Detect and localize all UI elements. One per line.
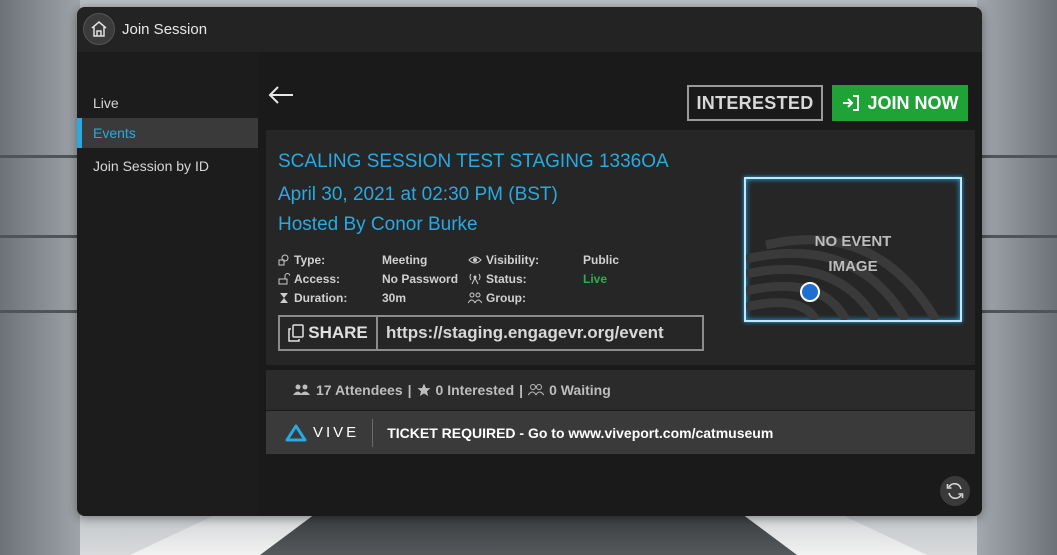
attendance-stats: 17 Attendees | 0 Interested | 0 Waiting (266, 370, 975, 410)
access-label-group: Access: (278, 272, 340, 286)
stats-separator: | (407, 382, 412, 398)
location-dot-icon (800, 282, 820, 302)
main-content: INTERESTED JOIN NOW SCALING SESSION TEST… (258, 52, 982, 516)
type-label-group: Type: (278, 253, 325, 267)
event-card: SCALING SESSION TEST STAGING 1336OA Apri… (266, 130, 975, 365)
status-label: Status: (486, 272, 527, 286)
interested-button[interactable]: INTERESTED (687, 85, 823, 121)
environment-seam (977, 310, 1057, 313)
environment-seam (0, 155, 80, 158)
waiting-users-icon (528, 384, 545, 396)
ticket-message: TICKET REQUIRED - Go to www.viveport.com… (387, 424, 774, 441)
status-value: Live (583, 272, 608, 286)
event-host: Hosted By Conor Burke (278, 214, 478, 235)
share-button[interactable]: SHARE (280, 317, 378, 349)
back-button[interactable] (266, 84, 296, 106)
event-image-placeholder: NO EVENT IMAGE (744, 177, 962, 322)
environment-seam (977, 155, 1057, 158)
visibility-label: Visibility: (486, 253, 540, 267)
share-url-field[interactable]: https://staging.engagevr.org/event (378, 317, 702, 349)
copy-icon (288, 324, 304, 342)
group-label-group: Group: (468, 291, 526, 305)
visibility-value: Public (583, 253, 620, 267)
event-date: April 30, 2021 at 02:30 PM (BST) (278, 184, 558, 205)
environment-seam (0, 235, 80, 238)
environment-seam (0, 310, 80, 313)
star-icon (417, 383, 431, 396)
broadcast-icon (469, 273, 481, 285)
environment-right-panel (977, 0, 1057, 555)
hourglass-icon (280, 293, 288, 303)
group-label: Group: (486, 291, 526, 305)
type-value: Meeting (382, 253, 428, 267)
interested-count: 0 Interested (435, 382, 515, 398)
sidebar-item-events[interactable]: Events (77, 118, 258, 148)
event-title: SCALING SESSION TEST STAGING 1336OA (278, 151, 669, 172)
waiting-count: 0 Waiting (549, 382, 611, 398)
environment-seam (977, 235, 1057, 238)
duration-value: 30m (382, 291, 407, 305)
visibility-label-group: Visibility: (468, 253, 539, 267)
refresh-icon (946, 483, 964, 499)
sidebar-item-live[interactable]: Live (77, 88, 258, 118)
users-icon (293, 384, 310, 395)
unlock-icon (278, 273, 290, 285)
share-label: SHARE (308, 323, 368, 342)
join-now-button[interactable]: JOIN NOW (832, 85, 968, 121)
sidebar-item-join-by-id[interactable]: Join Session by ID (77, 151, 258, 181)
environment-floor-rug (260, 515, 797, 555)
type-label: Type: (294, 253, 326, 267)
group-icon (468, 292, 482, 304)
access-label: Access: (294, 272, 341, 286)
window-title: Join Session (122, 21, 208, 38)
sidebar: Live Events Join Session by ID (77, 52, 258, 516)
duration-label: Duration: (294, 291, 348, 305)
refresh-button[interactable] (940, 476, 970, 506)
share-bar: SHARE https://staging.engagevr.org/event (278, 315, 704, 351)
duration-label-group: Duration: (278, 291, 347, 305)
no-event-line1: NO EVENT (814, 233, 892, 250)
home-button[interactable] (83, 13, 115, 45)
environment-left-panel (0, 0, 80, 555)
stats-separator: | (519, 382, 524, 398)
vive-triangle-icon (285, 424, 307, 441)
access-value: No Password (382, 272, 459, 286)
shapes-icon (278, 254, 289, 266)
status-label-group: Status: (468, 272, 527, 286)
join-session-window: Join Session Live Events Join Session by… (77, 7, 982, 516)
attendees-count: 17 Attendees (316, 382, 403, 398)
title-bar: Join Session (77, 7, 982, 52)
join-now-label: JOIN NOW (867, 92, 959, 113)
eye-icon (468, 256, 482, 264)
arrow-left-icon (268, 86, 293, 104)
home-icon (91, 21, 107, 37)
no-event-image-text: NO EVENT IMAGE (746, 229, 960, 279)
ticket-banner: VIVE TICKET REQUIRED - Go to www.vivepor… (266, 411, 975, 454)
sign-in-icon (843, 95, 860, 111)
no-event-line2: IMAGE (828, 258, 878, 275)
vive-brand: VIVE (313, 424, 360, 441)
vive-logo: VIVE (285, 418, 374, 447)
